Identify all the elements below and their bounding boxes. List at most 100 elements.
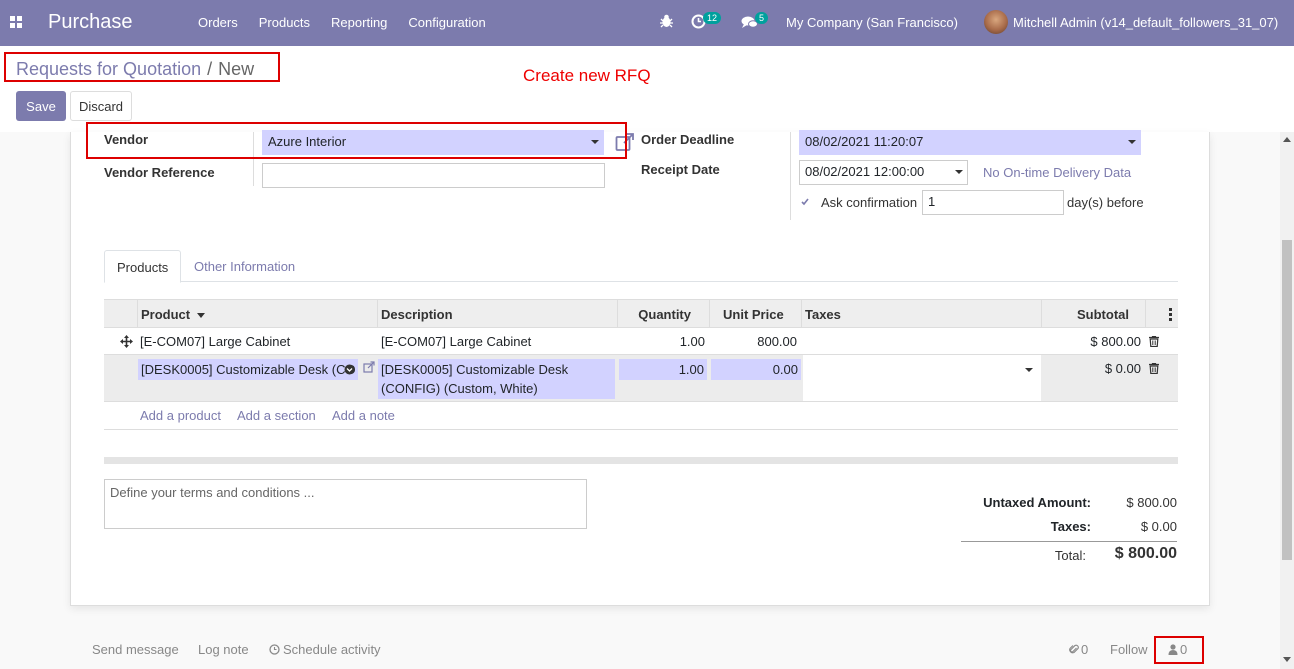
column-header-product[interactable]: Product xyxy=(141,307,205,322)
receipt-date-input[interactable]: 08/02/2021 12:00:00 xyxy=(799,160,968,185)
ask-confirmation-checkbox[interactable] xyxy=(799,196,811,208)
scroll-up-arrow-icon[interactable] xyxy=(1283,137,1291,142)
product-select-value: [DESK0005] Customizable Desk (CO xyxy=(141,362,356,377)
terms-conditions-textarea[interactable]: Define your terms and conditions ... xyxy=(104,479,587,529)
add-product-link[interactable]: Add a product xyxy=(140,408,221,423)
right-group-divider xyxy=(790,132,791,220)
clock-icon xyxy=(269,644,280,655)
taxes-value: $ 0.00 xyxy=(1140,519,1177,534)
order-deadline-label: Order Deadline xyxy=(641,132,735,147)
message-count-badge: 5 xyxy=(755,12,769,24)
annotation-text: Create new RFQ xyxy=(523,66,651,85)
vendor-reference-input[interactable] xyxy=(262,163,605,188)
column-separator xyxy=(709,300,710,328)
total-value: $ 800.00 xyxy=(1114,545,1177,562)
description-input[interactable]: [DESK0005] Customizable Desk (CONFIG) (Cu… xyxy=(378,359,615,399)
apps-menu-icon[interactable] xyxy=(10,16,22,28)
save-button[interactable]: Save xyxy=(16,91,66,121)
menu-products[interactable]: Products xyxy=(259,15,310,30)
column-header-description[interactable]: Description xyxy=(381,307,453,322)
notebook-tabs: Products Other Information xyxy=(104,250,1178,283)
form-sheet: Vendor Azure Interior Vendor Reference O… xyxy=(70,122,1210,606)
totals-divider xyxy=(961,541,1177,542)
description-line-1: [DESK0005] Customizable Desk xyxy=(381,362,569,377)
control-panel: Requests for Quotation / New Create new RF… xyxy=(0,46,1294,132)
ontime-delivery-link[interactable]: No On-time Delivery Data xyxy=(983,165,1131,180)
column-separator xyxy=(377,300,378,328)
section-divider xyxy=(104,457,1178,464)
follow-button[interactable]: Follow xyxy=(1110,642,1148,657)
sort-caret-icon xyxy=(196,313,205,319)
untaxed-amount-label: Untaxed Amount: xyxy=(983,495,1091,510)
subtotal-cell: $ 0.00 xyxy=(1104,361,1141,376)
external-link-icon[interactable] xyxy=(363,361,375,373)
attachments-count: 0 xyxy=(1081,642,1089,657)
user-avatar[interactable] xyxy=(984,10,1008,34)
receipt-date-value: 08/02/2021 12:00:00 xyxy=(805,164,925,179)
drag-handle-icon[interactable] xyxy=(120,335,133,348)
vertical-scrollbar[interactable] xyxy=(1280,132,1294,669)
main-menu: Orders Products Reporting Configuration xyxy=(198,15,507,30)
column-separator xyxy=(1145,300,1146,328)
add-note-link[interactable]: Add a note xyxy=(332,408,395,423)
total-label: Total: xyxy=(1054,548,1086,563)
taxes-select[interactable] xyxy=(803,355,1041,401)
column-header-subtotal[interactable]: Subtotal xyxy=(1041,307,1129,322)
highlight-box-followers xyxy=(1154,636,1204,664)
company-switcher[interactable]: My Company (San Francisco) xyxy=(786,15,958,30)
optional-columns-icon[interactable] xyxy=(1169,308,1172,321)
add-section-link[interactable]: Add a section xyxy=(237,408,316,423)
activity-count-badge: 12 xyxy=(703,12,722,24)
ask-confirmation-label: Ask confirmation xyxy=(821,195,918,210)
column-header-taxes[interactable]: Taxes xyxy=(805,307,841,322)
schedule-activity-label: Schedule activity xyxy=(283,642,381,657)
schedule-activity-button[interactable]: Schedule activity xyxy=(269,642,381,657)
highlight-box-vendor xyxy=(86,122,627,159)
chevron-down-icon xyxy=(1025,368,1033,372)
receipt-date-label: Receipt Date xyxy=(641,162,720,177)
column-header-quantity[interactable]: Quantity xyxy=(617,307,691,322)
tab-products[interactable]: Products xyxy=(104,250,181,283)
top-navbar: Purchase Orders Products Reporting Confi… xyxy=(0,0,1294,46)
discard-button[interactable]: Discard xyxy=(70,91,132,121)
unit-price-input[interactable]: 0.00 xyxy=(711,359,801,380)
table-row-editing[interactable]: [DESK0005] Customizable Desk (CO [DESK00… xyxy=(104,355,1178,402)
chatter-bar: Send message Log note Schedule activity … xyxy=(0,620,1280,669)
checkmark-icon xyxy=(801,198,809,206)
dropdown-circle-icon[interactable] xyxy=(344,364,355,375)
log-note-button[interactable]: Log note xyxy=(198,642,249,657)
menu-reporting[interactable]: Reporting xyxy=(331,15,387,30)
untaxed-amount-value: $ 800.00 xyxy=(1126,495,1177,510)
table-row[interactable]: [E-COM07] Large Cabinet [E-COM07] Large … xyxy=(104,328,1178,355)
ask-confirmation-days-input[interactable]: 1 xyxy=(922,190,1064,215)
order-lines-header: Product Description Quantity Unit Price … xyxy=(104,299,1178,328)
menu-configuration[interactable]: Configuration xyxy=(408,15,485,30)
column-header-unit-price[interactable]: Unit Price xyxy=(723,307,784,322)
paperclip-icon xyxy=(1069,644,1079,654)
scrollbar-thumb[interactable] xyxy=(1282,240,1292,560)
product-cell: [E-COM07] Large Cabinet xyxy=(140,334,291,349)
product-select[interactable]: [DESK0005] Customizable Desk (CO xyxy=(138,359,358,380)
trash-icon[interactable] xyxy=(1149,336,1159,347)
order-deadline-input[interactable]: 08/02/2021 11:20:07 xyxy=(799,130,1141,155)
user-menu[interactable]: Mitchell Admin (v14_default_followers_31… xyxy=(1013,15,1278,30)
bug-icon[interactable] xyxy=(660,14,673,28)
days-before-label: day(s) before xyxy=(1067,195,1144,210)
attachments-button[interactable]: 0 xyxy=(1069,642,1088,657)
column-separator xyxy=(137,300,138,328)
scroll-down-arrow-icon[interactable] xyxy=(1283,657,1291,662)
trash-icon[interactable] xyxy=(1149,363,1159,374)
add-line-row: Add a product Add a section Add a note xyxy=(104,402,1178,430)
menu-orders[interactable]: Orders xyxy=(198,15,238,30)
column-separator xyxy=(801,300,802,328)
vendor-reference-label: Vendor Reference xyxy=(104,165,215,180)
app-name[interactable]: Purchase xyxy=(48,11,133,34)
description-cell: [E-COM07] Large Cabinet xyxy=(381,334,532,349)
order-deadline-value: 08/02/2021 11:20:07 xyxy=(805,134,924,149)
quantity-input[interactable]: 1.00 xyxy=(619,359,707,380)
send-message-button[interactable]: Send message xyxy=(92,642,179,657)
tab-other-information[interactable]: Other Information xyxy=(182,250,307,283)
product-header-label: Product xyxy=(141,307,191,322)
unit-price-cell: 800.00 xyxy=(757,334,797,349)
quantity-cell: 1.00 xyxy=(679,334,705,349)
